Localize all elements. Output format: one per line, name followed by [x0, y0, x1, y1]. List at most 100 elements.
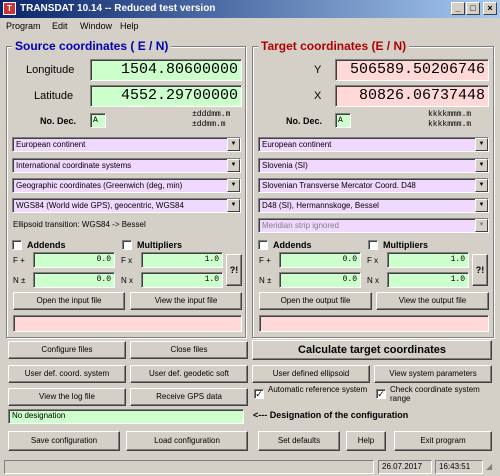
target-multipliers-checkbox[interactable] [368, 240, 378, 250]
app-icon[interactable]: T [3, 2, 16, 15]
latitude-label: Latitude [34, 90, 74, 102]
source-n-addend-field[interactable]: 0.0 [33, 272, 115, 288]
chevron-down-icon[interactable]: ▼ [475, 138, 488, 151]
source-continent-value: European continent [16, 140, 86, 149]
resize-grip-icon[interactable]: ◢ [486, 462, 496, 472]
target-help-button[interactable]: ?! [472, 254, 488, 286]
status-time: 16:43:51 [435, 460, 483, 474]
target-continent-select[interactable]: European continent ▼ [258, 137, 489, 152]
receive-gps-button[interactable]: Receive GPS data [130, 388, 248, 406]
designation-field[interactable]: No designation [8, 409, 244, 424]
longitude-label: Longitude [26, 64, 75, 76]
source-file-field[interactable] [13, 315, 242, 332]
auto-ref-label: Automatic reference system [268, 385, 368, 394]
target-f-plus-label: F + [259, 256, 271, 265]
auto-ref-checkbox[interactable]: ✓ [254, 389, 264, 399]
ellipsoid-transition-text: Ellipsoid transition: WGS84 -> Bessel [13, 220, 146, 229]
menu-window[interactable]: Window [80, 21, 112, 31]
calculate-button[interactable]: Calculate target coordinates [252, 340, 492, 360]
load-config-button[interactable]: Load configuration [126, 431, 248, 451]
status-date: 26.07.2017 [378, 460, 432, 474]
open-output-file-button[interactable]: Open the output file [259, 292, 372, 310]
chevron-down-icon[interactable]: ▼ [227, 199, 240, 212]
chevron-down-icon[interactable]: ▼ [227, 159, 240, 172]
y-label: Y [314, 64, 322, 76]
close-icon[interactable]: × [483, 2, 497, 15]
menu-help[interactable]: Help [120, 21, 139, 31]
source-f-plus-label: F + [13, 256, 25, 265]
view-system-params-button[interactable]: View system parameters [374, 365, 492, 383]
target-f-multiplier-field[interactable]: 1.0 [387, 252, 469, 268]
target-country-select[interactable]: Slovenia (SI) ▼ [258, 158, 489, 173]
status-panel [4, 460, 374, 474]
chevron-down-icon[interactable]: ▼ [227, 179, 240, 192]
target-format-2: kkkkmmm.m [428, 120, 472, 129]
target-nodec-field[interactable]: A [335, 113, 351, 128]
target-addends-checkbox[interactable] [258, 240, 268, 250]
view-input-file-button[interactable]: View the input file [130, 292, 242, 310]
source-f-multiplier-field[interactable]: 1.0 [141, 252, 223, 268]
source-coord-kind-select[interactable]: Geographic coordinates (Greenwich (deg, … [12, 178, 241, 193]
set-defaults-button[interactable]: Set defaults [258, 431, 340, 451]
x-field[interactable]: 80826.06737448 [335, 85, 489, 107]
target-file-field[interactable] [259, 315, 489, 332]
view-output-file-button[interactable]: View the output file [376, 292, 489, 310]
menu-edit[interactable]: Edit [52, 21, 68, 31]
view-log-button[interactable]: View the log file [8, 388, 126, 406]
source-n-multiplier-field[interactable]: 1.0 [141, 272, 223, 288]
check-range-checkbox[interactable]: ✓ [376, 389, 386, 399]
user-def-ellipsoid-button[interactable]: User defined ellipsoid [252, 365, 370, 383]
user-def-coord-button[interactable]: User def. coord. system [8, 365, 126, 383]
maximize-icon[interactable]: □ [466, 2, 480, 15]
open-input-file-button[interactable]: Open the input file [13, 292, 125, 310]
target-strip-select[interactable]: Meridian strip ignored ▼ [258, 218, 489, 233]
source-coord-kind-value: Geographic coordinates (Greenwich (deg, … [16, 181, 183, 190]
target-projection-select[interactable]: Slovenian Transverse Mercator Coord. D48… [258, 178, 489, 193]
chevron-down-icon[interactable]: ▼ [475, 219, 488, 232]
target-n-addend-field[interactable]: 0.0 [279, 272, 361, 288]
target-n-mult-label: N x [367, 276, 379, 285]
user-def-geodetic-button[interactable]: User def. geodetic soft [130, 365, 248, 383]
check-range-label: Check coordinate system range [390, 385, 480, 403]
source-format-1: ±dddmm.m [192, 110, 231, 119]
window-title: TRANSDAT 10.14 -- Reduced test version [20, 3, 216, 14]
target-multipliers-label: Multipliers [383, 240, 429, 250]
source-help-button[interactable]: ?! [226, 254, 242, 286]
menu-program[interactable]: Program [6, 21, 41, 31]
source-system-type-select[interactable]: International coordinate systems ▼ [12, 158, 241, 173]
latitude-field[interactable]: 4552.29700000 [90, 85, 242, 107]
chevron-down-icon[interactable]: ▼ [475, 159, 488, 172]
chevron-down-icon[interactable]: ▼ [475, 199, 488, 212]
help-button[interactable]: Help [346, 431, 386, 451]
configure-files-button[interactable]: Configure files [8, 341, 126, 359]
target-nodec-label: No. Dec. [286, 116, 323, 126]
close-files-button[interactable]: Close files [130, 341, 248, 359]
y-field[interactable]: 506589.50206746 [335, 59, 489, 81]
source-f-addend-field[interactable]: 0.0 [33, 252, 115, 268]
target-f-addend-field[interactable]: 0.0 [279, 252, 361, 268]
exit-button[interactable]: Exit program [394, 431, 492, 451]
x-label: X [314, 90, 322, 102]
target-addends-label: Addends [273, 240, 312, 250]
chevron-down-icon[interactable]: ▼ [227, 138, 240, 151]
target-datum-select[interactable]: D48 (SI), Hermannskoge, Bessel ▼ [258, 198, 489, 213]
chevron-down-icon[interactable]: ▼ [475, 179, 488, 192]
target-projection-value: Slovenian Transverse Mercator Coord. D48 [262, 181, 416, 190]
source-format-2: ±ddmm.m [192, 120, 226, 129]
minimize-icon[interactable]: _ [451, 2, 465, 15]
source-n-plus-label: N ± [13, 276, 26, 285]
source-datum-select[interactable]: WGS84 (World wide GPS), geocentric, WGS8… [12, 198, 241, 213]
source-datum-value: WGS84 (World wide GPS), geocentric, WGS8… [16, 201, 184, 210]
target-n-multiplier-field[interactable]: 1.0 [387, 272, 469, 288]
longitude-field[interactable]: 1504.80600000 [90, 59, 242, 81]
menu-bar: Program Edit Window Help [0, 18, 500, 34]
source-n-mult-label: N x [121, 276, 133, 285]
source-multipliers-checkbox[interactable] [122, 240, 132, 250]
save-config-button[interactable]: Save configuration [8, 431, 120, 451]
target-n-plus-label: N ± [259, 276, 272, 285]
source-addends-checkbox[interactable] [12, 240, 22, 250]
target-strip-value: Meridian strip ignored [262, 221, 339, 230]
source-continent-select[interactable]: European continent ▼ [12, 137, 241, 152]
source-title: Source coordinates ( E / N) [12, 39, 172, 53]
source-nodec-field[interactable]: A [90, 113, 106, 128]
